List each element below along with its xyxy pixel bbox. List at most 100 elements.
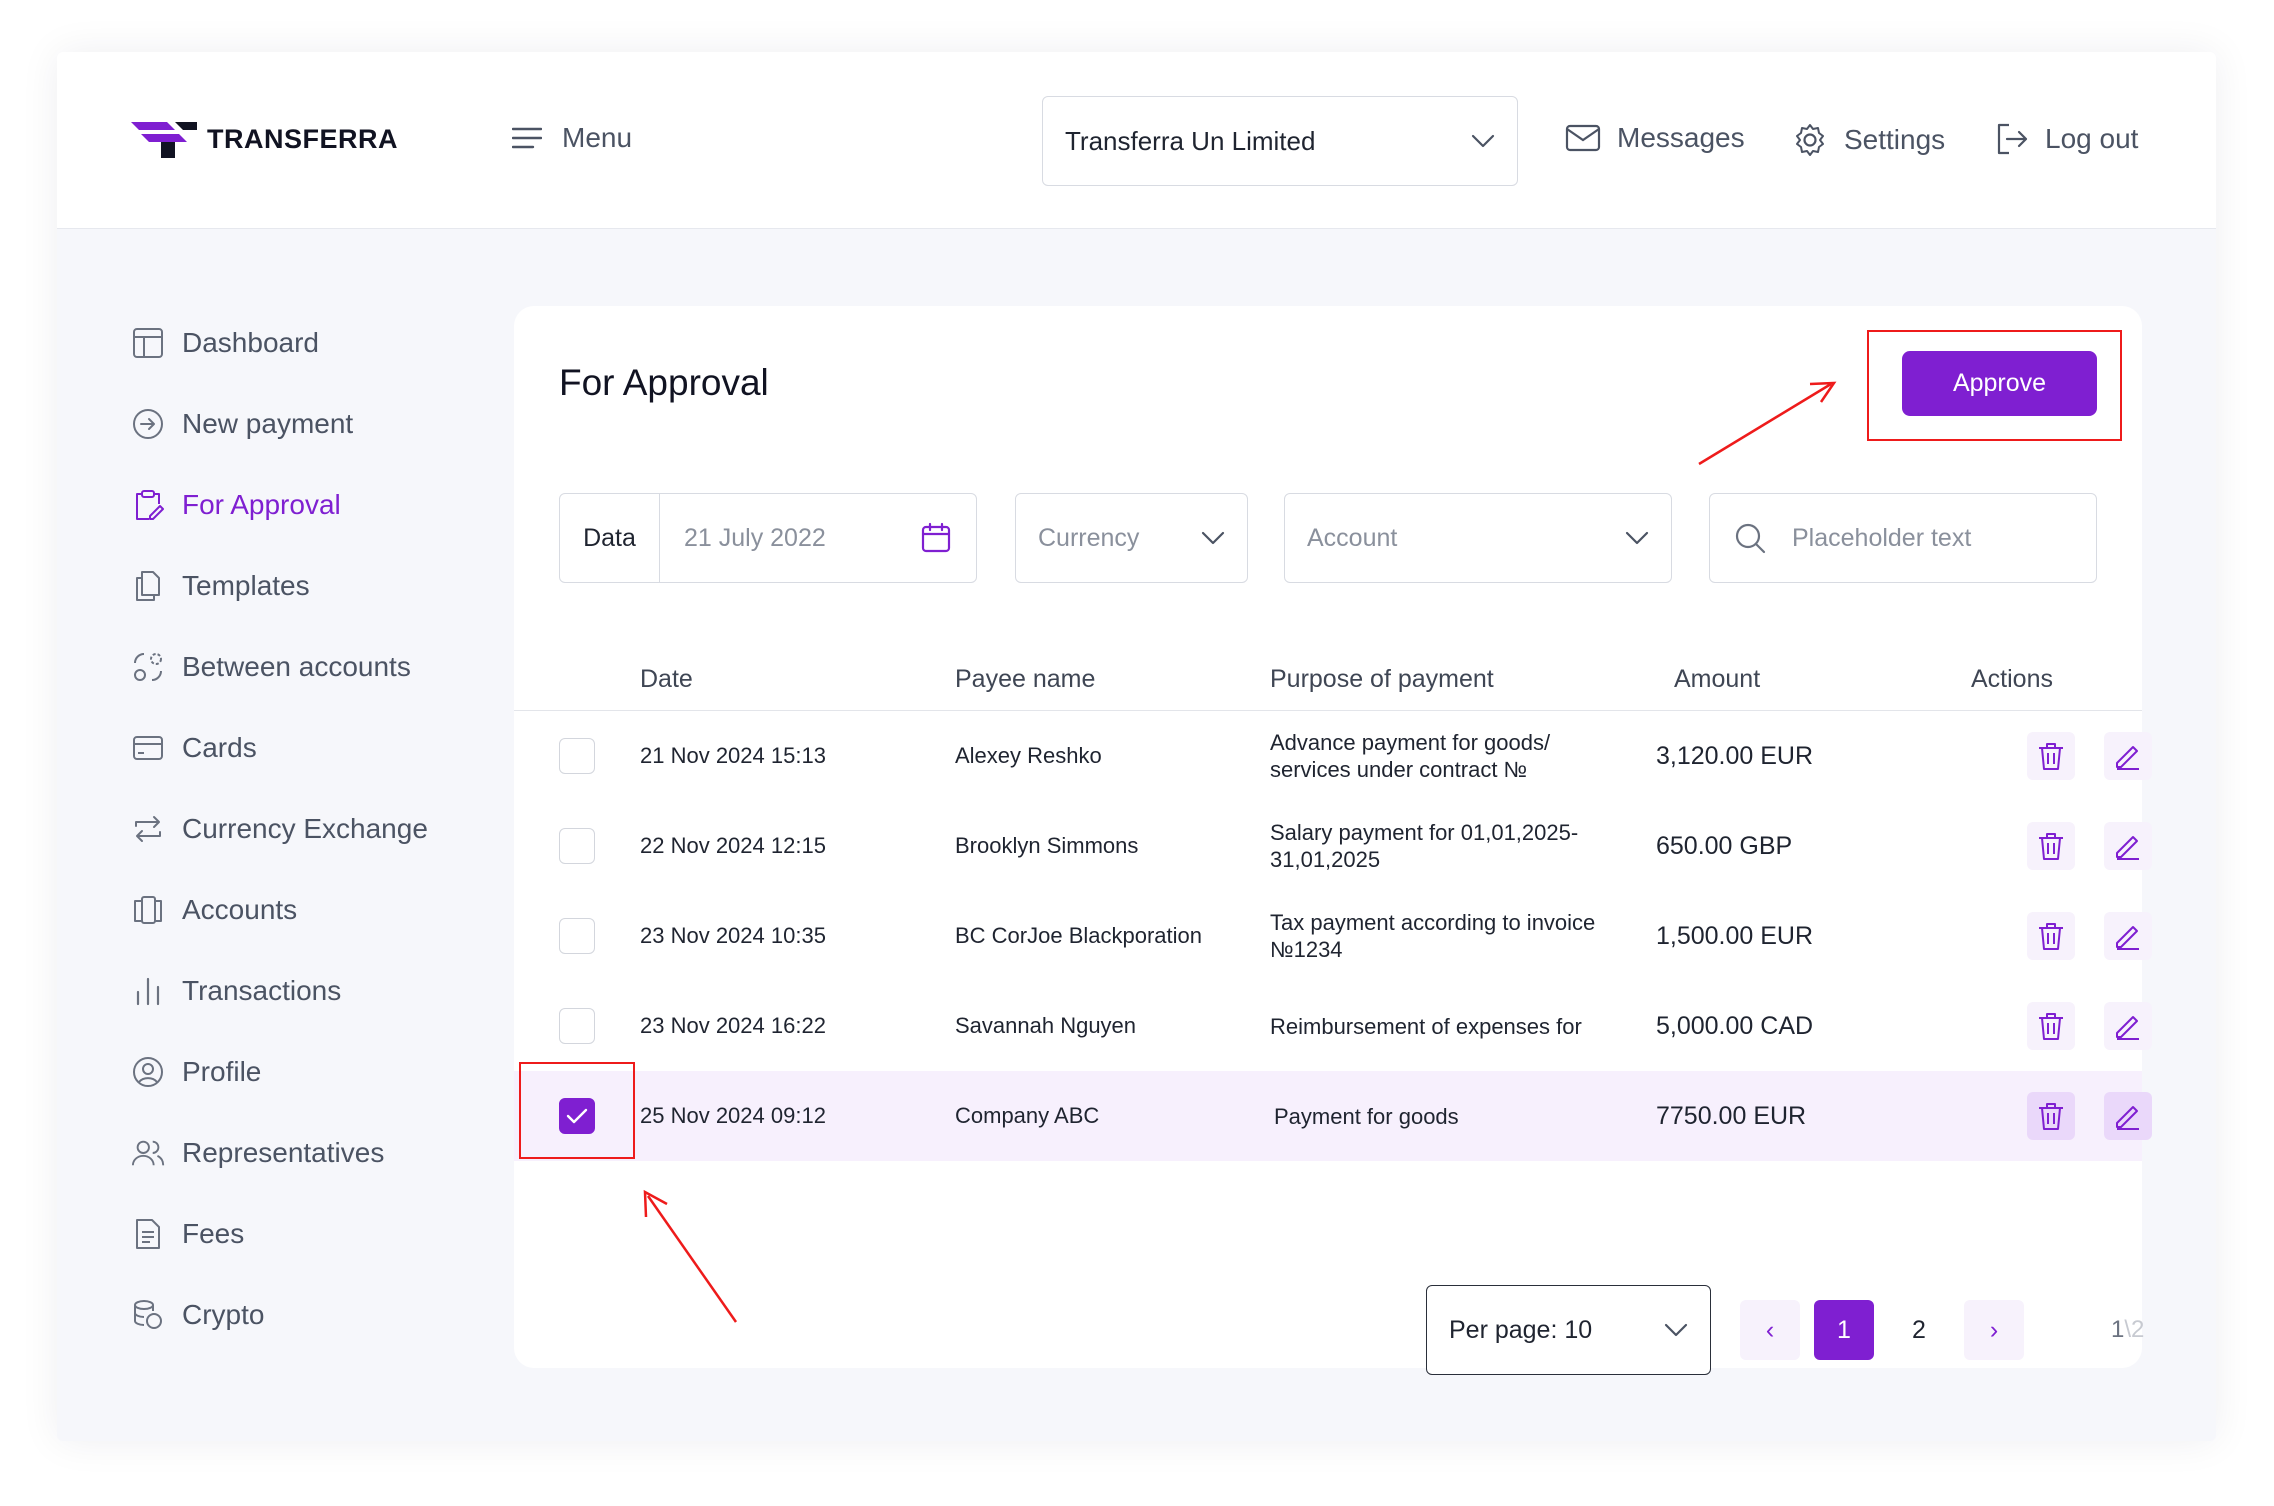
users-icon [131, 1136, 165, 1170]
table-row: 21 Nov 2024 15:13 Alexey Reshko Advance … [514, 711, 2152, 801]
account-select-placeholder: Account [1307, 523, 1398, 552]
sidebar-item-crypto[interactable]: Crypto [131, 1274, 471, 1355]
col-actions: Actions [1971, 665, 2053, 693]
delete-button[interactable] [2027, 1002, 2075, 1050]
trash-icon [2039, 1013, 2063, 1040]
settings-link[interactable]: Settings [1792, 122, 1945, 158]
edit-button[interactable] [2104, 822, 2152, 870]
sidebar-item-label: Cards [182, 731, 257, 763]
page-button-2[interactable]: 2 [1889, 1300, 1949, 1360]
page-title: For Approval [559, 362, 769, 403]
row-date: 23 Nov 2024 16:22 [640, 1013, 826, 1038]
sidebar-item-representatives[interactable]: Representatives [131, 1112, 471, 1193]
row-purpose: Payment for goods [1274, 1103, 1459, 1129]
logout-icon [1997, 123, 2028, 155]
delete-button[interactable] [2027, 822, 2075, 870]
chevron-down-icon [1471, 134, 1495, 148]
row-checkbox[interactable] [559, 828, 595, 864]
accounts-icon [131, 893, 165, 927]
dashboard-icon [131, 326, 165, 360]
row-payee: Savannah Nguyen [955, 1013, 1137, 1038]
table-row: 22 Nov 2024 12:15 Brooklyn Simmons Salar… [514, 801, 2152, 891]
col-purpose[interactable]: Purpose of payment [1270, 665, 1494, 694]
exchange-icon [131, 812, 165, 846]
sidebar-item-accounts[interactable]: Accounts [131, 869, 471, 950]
sidebar-item-currency-exchange[interactable]: Currency Exchange [131, 788, 471, 869]
delete-button[interactable] [2027, 1092, 2075, 1140]
pencil-icon [2116, 836, 2139, 860]
sidebar-item-label: Templates [182, 569, 310, 601]
company-select[interactable]: Transferra Un Limited [1042, 96, 1518, 186]
row-purpose: Reimbursement of expenses for [1270, 1013, 1582, 1039]
sidebar-item-label: Dashboard [182, 326, 319, 358]
sidebar-item-label: Profile [182, 1055, 262, 1087]
sidebar-item-transactions[interactable]: Transactions [131, 950, 471, 1031]
user-circle-icon [131, 1055, 165, 1089]
logout-label: Log out [2045, 123, 2139, 154]
search-placeholder: Placeholder text [1792, 523, 1972, 552]
messages-link[interactable]: Messages [1565, 122, 1745, 154]
row-checkbox[interactable] [559, 918, 595, 954]
search-input[interactable]: Placeholder text [1709, 493, 2097, 583]
row-purpose: Tax payment according to invoice №1234 [1270, 910, 1596, 962]
page-indicator-total: 2 [2131, 1316, 2145, 1343]
per-page-select[interactable]: Per page: 10 [1426, 1285, 1711, 1375]
row-amount: 7750.00 EUR [1656, 1101, 1807, 1130]
company-select-value: Transferra Un Limited [1065, 125, 1316, 156]
edit-button[interactable] [2104, 1002, 2152, 1050]
edit-button[interactable] [2104, 912, 2152, 960]
col-date[interactable]: Date [640, 665, 693, 694]
currency-select[interactable]: Currency [1015, 493, 1248, 583]
delete-button[interactable] [2027, 732, 2075, 780]
currency-select-placeholder: Currency [1038, 523, 1140, 552]
app-window: TRANSFERRA Menu Transferra Un Limited Me… [57, 52, 2216, 1441]
top-header: TRANSFERRA Menu Transferra Un Limited Me… [57, 52, 2216, 229]
sidebar-item-label: Fees [182, 1217, 245, 1249]
logout-link[interactable]: Log out [1995, 122, 2138, 156]
row-purpose: Salary payment for 01,01,2025-31,01,2025 [1270, 820, 1579, 872]
row-checkbox[interactable] [559, 738, 595, 774]
row-purpose: Advance payment for goods/ services unde… [1270, 730, 1551, 782]
edit-button[interactable] [2104, 1092, 2152, 1140]
page-button-1[interactable]: 1 [1814, 1300, 1874, 1360]
sidebar-item-new-payment[interactable]: New payment [131, 383, 471, 464]
row-checkbox[interactable] [559, 1008, 595, 1044]
document-icon [131, 1217, 165, 1251]
col-amount[interactable]: Amount [1674, 665, 1760, 694]
calendar-icon [921, 522, 951, 553]
prev-page-button[interactable]: ‹ [1740, 1300, 1800, 1360]
logo-mark-icon [131, 122, 197, 158]
next-page-button[interactable]: › [1964, 1300, 2024, 1360]
hamburger-icon [512, 127, 542, 149]
date-filter[interactable]: Data 21 July 2022 [559, 493, 977, 583]
pencil-icon [2116, 1016, 2139, 1040]
date-filter-value-wrap[interactable]: 21 July 2022 [660, 522, 976, 554]
clipboard-icon [131, 488, 165, 522]
arrow-circle-icon [131, 407, 165, 441]
menu-button[interactable]: Menu [512, 122, 632, 154]
sidebar-item-for-approval[interactable]: For Approval [131, 464, 471, 545]
sidebar-item-cards[interactable]: Cards [131, 707, 471, 788]
edit-button[interactable] [2104, 732, 2152, 780]
sidebar-item-between-accounts[interactable]: Between accounts [131, 626, 471, 707]
sidebar-item-templates[interactable]: Templates [131, 545, 471, 626]
gear-icon [1796, 124, 1824, 156]
sidebar-item-dashboard[interactable]: Dashboard [131, 302, 471, 383]
per-page-label: Per page: 10 [1449, 1315, 1593, 1344]
account-select[interactable]: Account [1284, 493, 1672, 583]
trash-icon [2039, 833, 2063, 860]
sidebar-item-label: New payment [182, 407, 354, 439]
settings-label: Settings [1844, 124, 1946, 155]
date-filter-value: 21 July 2022 [684, 523, 826, 552]
delete-button[interactable] [2027, 912, 2075, 960]
sidebar-item-fees[interactable]: Fees [131, 1193, 471, 1274]
col-payee[interactable]: Payee name [955, 665, 1095, 694]
table-row-selected: 25 Nov 2024 09:12 Company ABC Payment fo… [514, 1071, 2152, 1161]
mail-icon [1565, 124, 1601, 152]
logo[interactable]: TRANSFERRA [131, 120, 398, 158]
chevron-down-icon [1664, 1323, 1688, 1337]
pencil-icon [2116, 746, 2139, 770]
pencil-icon [2116, 1106, 2139, 1130]
table-header: Date Payee name Purpose of payment Amoun… [514, 651, 2142, 711]
sidebar-item-profile[interactable]: Profile [131, 1031, 471, 1112]
